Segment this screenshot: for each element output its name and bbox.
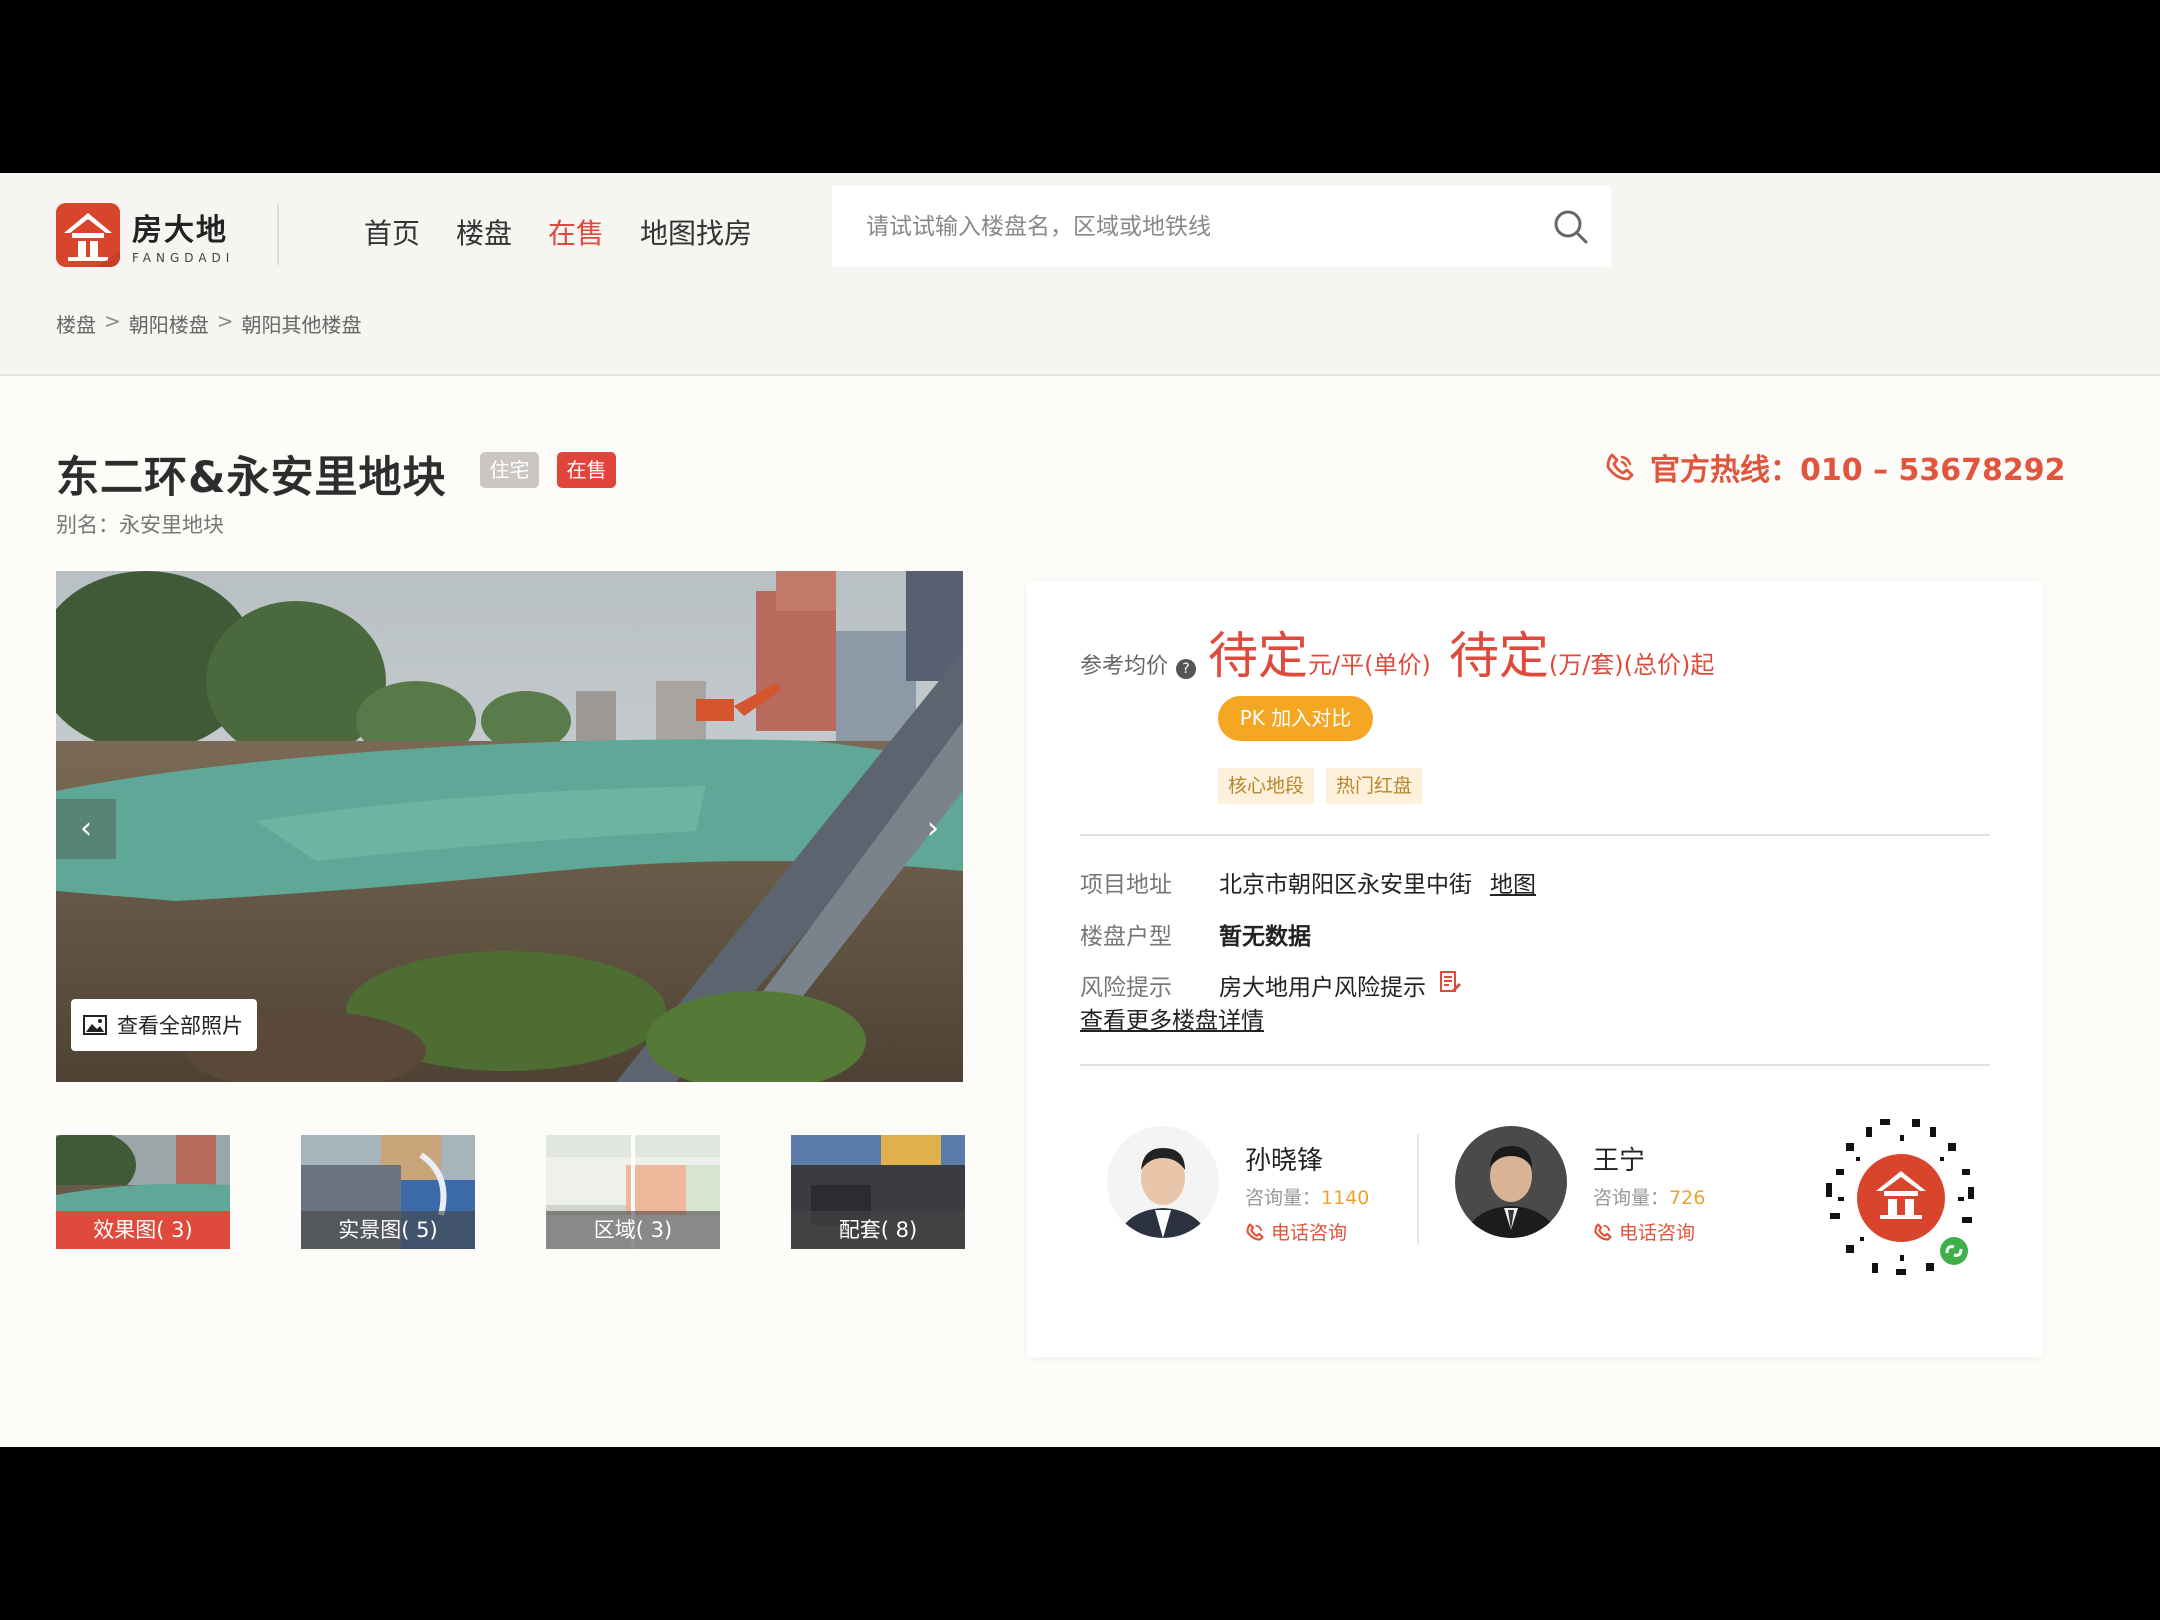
feature-tag: 热门红盘 bbox=[1326, 768, 1423, 804]
image-icon bbox=[83, 1015, 107, 1035]
address-value: 北京市朝阳区永安里中街 bbox=[1219, 872, 1472, 898]
agent-consult-count: 咨询量：1140 bbox=[1245, 1183, 1369, 1210]
search-input[interactable] bbox=[866, 186, 1506, 267]
feature-tags: 核心地段 热门红盘 bbox=[1218, 768, 1423, 804]
project-alias: 别名：永安里地块 bbox=[56, 513, 224, 537]
phone-icon bbox=[1594, 1222, 1612, 1241]
breadcrumb-separator: > bbox=[104, 309, 121, 333]
phone-consult-label: 电话咨询 bbox=[1271, 1222, 1348, 1244]
breadcrumb-item[interactable]: 朝阳楼盘 bbox=[129, 309, 209, 338]
risk-key: 风险提示 bbox=[1080, 975, 1172, 1001]
agent-name: 孙晓锋 bbox=[1245, 1146, 1324, 1176]
next-photo-button[interactable]: › bbox=[903, 799, 963, 859]
logo-icon bbox=[56, 203, 120, 267]
phone-icon bbox=[1604, 451, 1636, 483]
page: 房大地 FANGDADI 首页 楼盘 在售 地图找房 楼盘 > 朝阳楼盘 > bbox=[0, 173, 2160, 1447]
consult-count-label: 咨询量： bbox=[1593, 1187, 1670, 1209]
prev-photo-button[interactable]: ‹ bbox=[56, 799, 116, 859]
view-all-photos-button[interactable]: 查看全部照片 bbox=[71, 999, 257, 1051]
thumb-label: 效果图( 3) bbox=[56, 1211, 230, 1249]
thumbnail-strip: 效果图( 3) 实景图( 5) 区域( 3) 配套(8) bbox=[56, 1135, 965, 1249]
unit-price: 待定 bbox=[1208, 627, 1309, 685]
logo-divider bbox=[277, 203, 279, 265]
header: 房大地 FANGDADI 首页 楼盘 在售 地图找房 楼盘 > 朝阳楼盘 > bbox=[0, 173, 2160, 376]
thumb-label: 区域( 3) bbox=[546, 1211, 720, 1249]
divider bbox=[1080, 834, 1990, 836]
nav-item-home[interactable]: 首页 bbox=[364, 205, 420, 263]
logo[interactable]: 房大地 FANGDADI bbox=[56, 203, 234, 267]
agent-consult-count: 咨询量：726 bbox=[1593, 1183, 1705, 1210]
breadcrumb-separator: > bbox=[216, 309, 234, 333]
divider bbox=[1080, 1064, 1990, 1066]
map-link[interactable]: 地图 bbox=[1490, 865, 1536, 899]
agent-card[interactable]: 王宁 咨询量：726 电话咨询 bbox=[1455, 1126, 1705, 1245]
logo-name: 房大地 bbox=[132, 213, 228, 248]
mini-program-qr-code bbox=[1816, 1113, 1986, 1283]
thumb-area[interactable]: 区域( 3) bbox=[546, 1135, 720, 1249]
hotline[interactable]: 官方热线：010 – 53678292 bbox=[1604, 445, 2066, 489]
view-all-label: 查看全部照片 bbox=[117, 1014, 243, 1038]
avatar bbox=[1107, 1126, 1219, 1238]
thumb-real-scene[interactable]: 实景图( 5) bbox=[301, 1135, 475, 1249]
consult-count-label: 咨询量： bbox=[1245, 1187, 1322, 1209]
type-badge: 住宅 bbox=[480, 452, 539, 488]
unit-price-unit: 元/平(单价) bbox=[1308, 651, 1431, 679]
add-compare-button[interactable]: PK 加入对比 bbox=[1218, 696, 1373, 741]
main-nav: 首页 楼盘 在售 地图找房 bbox=[364, 205, 752, 263]
nav-item-projects[interactable]: 楼盘 bbox=[456, 205, 512, 263]
project-info-card: 参考均价 ? 待定 元/平(单价) 待定 (万/套)(总价)起 PK 加入对比 … bbox=[1027, 581, 2043, 1357]
consult-count-value: 726 bbox=[1669, 1187, 1706, 1209]
risk-link[interactable]: 房大地用户风险提示 bbox=[1219, 968, 1426, 1002]
thumb-label: 配套( 8) bbox=[791, 1211, 965, 1249]
nav-item-map-search[interactable]: 地图找房 bbox=[640, 205, 752, 263]
more-details-link[interactable]: 查看更多楼盘详情 bbox=[1080, 1001, 1264, 1035]
feature-tag: 核心地段 bbox=[1218, 768, 1315, 804]
status-badge: 在售 bbox=[557, 452, 616, 488]
layout-value: 暂无数据 bbox=[1219, 924, 1311, 950]
thumb-facilities[interactable]: 配套( 8) bbox=[791, 1135, 965, 1249]
document-icon[interactable] bbox=[1438, 970, 1462, 1000]
total-price-unit: (万/套)(总价)起 bbox=[1548, 651, 1715, 679]
search-icon[interactable] bbox=[1552, 208, 1590, 246]
breadcrumb-item[interactable]: 朝阳其他楼盘 bbox=[242, 309, 362, 338]
logo-name-en: FANGDADI bbox=[132, 251, 235, 265]
agent-card[interactable]: 孙晓锋 咨询量：1140 电话咨询 bbox=[1107, 1126, 1369, 1245]
help-icon[interactable]: ? bbox=[1176, 659, 1197, 679]
breadcrumb-item[interactable]: 楼盘 bbox=[56, 309, 96, 338]
total-price: 待定 bbox=[1448, 627, 1549, 685]
phone-consult-button[interactable]: 电话咨询 bbox=[1593, 1218, 1705, 1245]
thumb-label: 实景图( 5) bbox=[301, 1211, 475, 1249]
agent-divider bbox=[1417, 1134, 1419, 1244]
address-key: 项目地址 bbox=[1080, 872, 1172, 898]
phone-consult-button[interactable]: 电话咨询 bbox=[1245, 1218, 1369, 1245]
photo-gallery[interactable]: ‹ › 查看全部照片 bbox=[56, 571, 963, 1082]
phone-consult-label: 电话咨询 bbox=[1619, 1222, 1696, 1244]
layout-row: 楼盘户型 暂无数据 bbox=[1080, 917, 1311, 951]
address-row: 项目地址 北京市朝阳区永安里中街 地图 bbox=[1080, 865, 1536, 899]
avatar bbox=[1455, 1126, 1567, 1238]
thumb-rendering[interactable]: 效果图( 3) bbox=[56, 1135, 230, 1249]
agent-name: 王宁 bbox=[1593, 1146, 1646, 1176]
price-label: 参考均价 bbox=[1080, 654, 1169, 679]
hotline-text: 官方热线：010 – 53678292 bbox=[1650, 453, 2066, 488]
search-box bbox=[832, 186, 1611, 267]
price-row: 参考均价 ? 待定 元/平(单价) 待定 (万/套)(总价)起 bbox=[1080, 616, 1732, 688]
consult-count-value: 1140 bbox=[1321, 1187, 1370, 1209]
nav-item-on-sale[interactable]: 在售 bbox=[548, 205, 604, 263]
layout-key: 楼盘户型 bbox=[1080, 924, 1172, 950]
breadcrumb: 楼盘 > 朝阳楼盘 > 朝阳其他楼盘 bbox=[56, 309, 362, 338]
risk-row: 风险提示 房大地用户风险提示 bbox=[1080, 968, 1462, 1002]
page-title: 东二环&永安里地块 bbox=[56, 453, 447, 503]
phone-icon bbox=[1246, 1222, 1264, 1241]
